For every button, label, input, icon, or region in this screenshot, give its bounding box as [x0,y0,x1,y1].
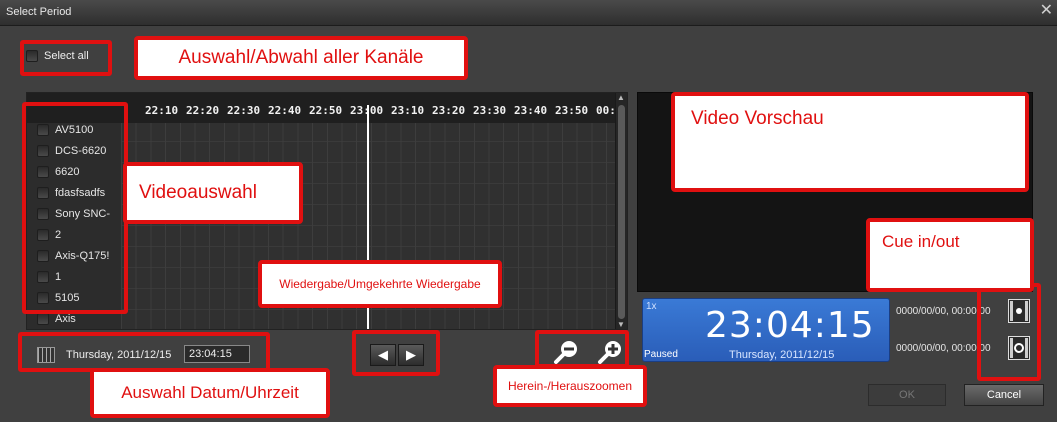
playback-highlight [352,330,440,376]
datetime-highlight [18,332,270,372]
time-tick: 22:10 [145,104,179,117]
close-icon[interactable]: ✕ [1040,2,1053,20]
window-title: Select Period [6,6,72,18]
select-all-highlight [20,40,112,76]
time-tick: 22:50 [309,104,343,117]
title-bar: Select Period ✕ [0,0,1057,26]
timeline-scrollbar[interactable]: ▲ ▼ [615,93,627,329]
channel-checkbox[interactable] [37,313,49,325]
time-tick: 23:10 [391,104,425,117]
time-tick: 23:30 [473,104,507,117]
clock-time: 23:04:15 [705,305,875,346]
callout-zoom: Herein-/Herauszoomen [493,365,647,407]
cancel-button[interactable]: Cancel [964,384,1044,406]
callout-cue: Cue in/out [866,218,1034,292]
playback-clock: 1x 23:04:15 Paused Thursday, 2011/12/15 [642,298,890,362]
zoom-highlight [535,330,629,368]
playback-status: Paused [644,349,678,360]
time-tick: 23:50 [555,104,589,117]
callout-datetime: Auswahl Datum/Uhrzeit [90,368,330,418]
cue-highlight [977,283,1041,381]
time-tick: 00: [596,104,616,117]
playback-speed: 1x [646,301,657,312]
ok-button[interactable]: OK [868,384,946,406]
time-tick: 22:40 [268,104,302,117]
time-tick: 23:20 [432,104,466,117]
channel-label: Axis [55,313,76,325]
time-tick: 23:40 [514,104,548,117]
scroll-up-icon[interactable]: ▲ [617,93,625,102]
callout-preview: Video Vorschau [671,92,1029,192]
time-tick: 22:20 [186,104,220,117]
callout-video-select: Videoauswahl [123,162,303,224]
time-tick: 22:30 [227,104,261,117]
scrollbar-thumb[interactable] [618,105,625,319]
scroll-down-icon[interactable]: ▼ [617,320,625,329]
video-select-highlight [22,102,128,314]
callout-select-all: Auswahl/Abwahl aller Kanäle [134,36,468,80]
clock-date: Thursday, 2011/12/15 [729,349,835,361]
channel-item[interactable]: Axis [37,313,76,325]
callout-playback: Wiedergabe/Umgekehrte Wiedergabe [258,260,502,308]
